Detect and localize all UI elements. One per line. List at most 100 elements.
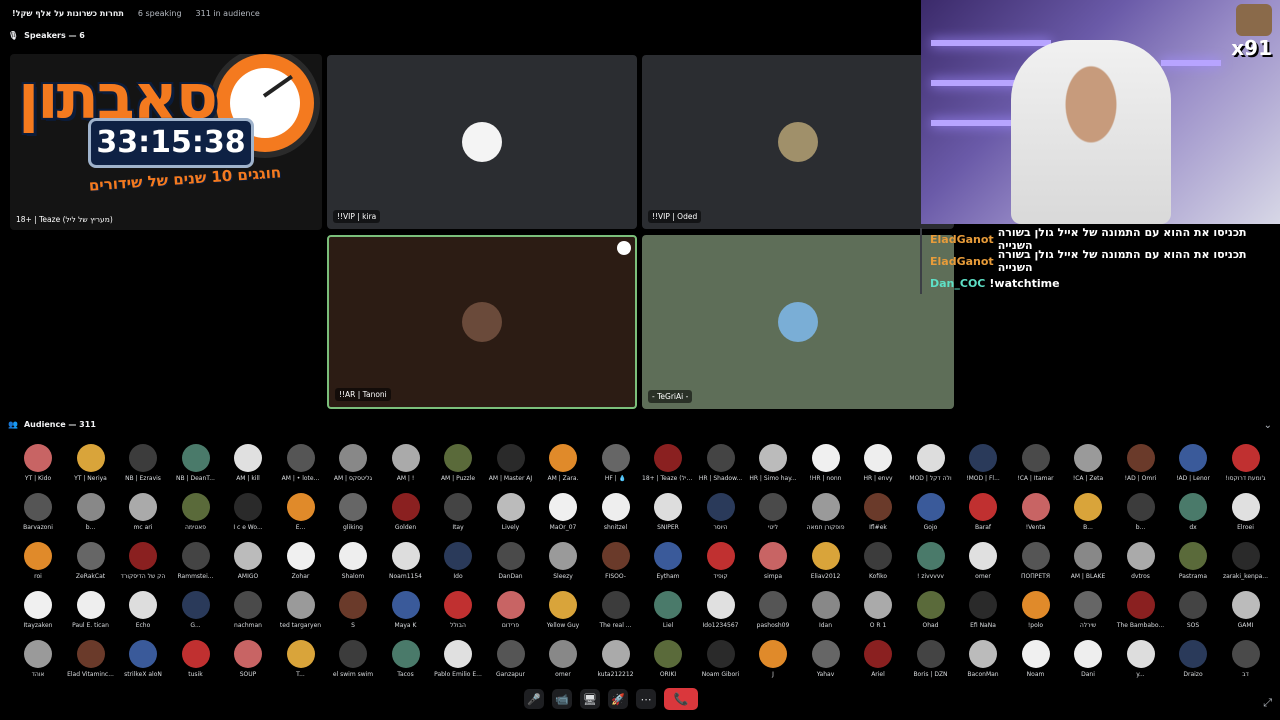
audience-member[interactable]: שירלה — [1062, 591, 1114, 629]
speaker-tile-oded[interactable]: !!VIP | Oded — [642, 55, 954, 229]
audience-member[interactable]: SNIPER — [642, 493, 694, 531]
audience-member[interactable]: kuta212212 — [590, 640, 642, 678]
audience-member[interactable]: HR | envy — [852, 444, 904, 482]
audience-member[interactable]: Noam Gibori — [695, 640, 747, 678]
audience-member[interactable]: O R 1 — [852, 591, 904, 629]
audience-member[interactable]: דב — [1220, 640, 1272, 678]
audience-member[interactable]: el swim swim — [327, 640, 379, 678]
audience-member[interactable]: tusik — [170, 640, 222, 678]
audience-member[interactable]: Idan — [800, 591, 852, 629]
audience-member[interactable]: BaconMan — [957, 640, 1009, 678]
audience-member[interactable]: YT | Neriya — [65, 444, 117, 482]
audience-member[interactable]: Liel — [642, 591, 694, 629]
audience-member[interactable]: E... — [275, 493, 327, 531]
audience-member[interactable]: פאטימה — [170, 493, 222, 531]
audience-member[interactable]: Eytham — [642, 542, 694, 580]
audience-member[interactable]: HF | 💧 — [590, 444, 642, 482]
audience-member[interactable]: Efi NaNa — [957, 591, 1009, 629]
audience-member[interactable]: Ohad — [905, 591, 957, 629]
audience-member[interactable]: Gojo — [905, 493, 957, 531]
speaker-tile-kira[interactable]: !!VIP | kira — [327, 55, 637, 229]
audience-member[interactable]: AM | BLAKE — [1062, 542, 1114, 580]
audience-member[interactable]: G... — [170, 591, 222, 629]
audience-member[interactable]: Boris | DZN — [905, 640, 957, 678]
audience-member[interactable]: ליטי — [747, 493, 799, 531]
audience-member[interactable]: 18+ | Teaze (ליל... — [642, 444, 694, 482]
audience-member[interactable]: Tacos — [380, 640, 432, 678]
audience-member[interactable]: GAMI — [1220, 591, 1272, 629]
audience-member[interactable]: AM | Master AJ — [485, 444, 537, 482]
speaker-tile-stream-logo[interactable]: סאבתון 33:15:38 חוגגים 10 שנים של שידורי… — [10, 54, 322, 230]
audience-member[interactable]: HR | Simo hay... — [747, 444, 799, 482]
audience-member[interactable]: b... — [1115, 493, 1167, 531]
audience-member[interactable]: אוהד — [12, 640, 64, 678]
audience-member[interactable]: פרידום — [485, 591, 537, 629]
audience-member[interactable]: zaraki_kenpa... — [1220, 542, 1272, 580]
audience-member[interactable]: Dani — [1062, 640, 1114, 678]
audience-member[interactable]: AM | גליטסקס — [327, 444, 379, 482]
audience-member[interactable]: ORIKI — [642, 640, 694, 678]
audience-member[interactable]: Echo — [117, 591, 169, 629]
audience-member[interactable]: shnitzel — [590, 493, 642, 531]
audience-member[interactable]: HR | Shadow... — [695, 444, 747, 482]
audience-member[interactable]: Baraf — [957, 493, 1009, 531]
audience-member[interactable]: omer — [957, 542, 1009, 580]
audience-member[interactable]: ! zivvvvv — [905, 542, 957, 580]
audience-member[interactable]: roi — [12, 542, 64, 580]
audience-member[interactable]: strilkeX aloN — [117, 640, 169, 678]
audience-member[interactable]: ted targaryen — [275, 591, 327, 629]
fullscreen-icon[interactable]: ⤢ — [1263, 696, 1272, 710]
audience-member[interactable]: AM | Puzzle — [432, 444, 484, 482]
audience-member[interactable]: y... — [1115, 640, 1167, 678]
audience-member[interactable]: Yellow Guy — [537, 591, 589, 629]
audience-member[interactable]: Elad Vitaminc... — [65, 640, 117, 678]
disconnect-button[interactable]: 📞 — [664, 688, 698, 710]
audience-member[interactable]: !ג'ומעת דרוקסו — [1220, 444, 1272, 482]
audience-member[interactable]: Ido1234567 — [695, 591, 747, 629]
audience-member[interactable]: !CA | Zeta — [1062, 444, 1114, 482]
audience-member[interactable]: dvtros — [1115, 542, 1167, 580]
audience-member[interactable]: Kofiko — [852, 542, 904, 580]
audience-member[interactable]: pashosh09 — [747, 591, 799, 629]
audience-member[interactable]: !AD | Omri — [1115, 444, 1167, 482]
audience-member[interactable]: S — [327, 591, 379, 629]
video-off-button[interactable]: 📹 — [552, 689, 572, 709]
speaker-tile-tegriai[interactable]: - TeGriAi - — [642, 235, 954, 409]
audience-member[interactable]: mc ari — [117, 493, 169, 531]
audience-member[interactable]: gliking — [327, 493, 379, 531]
audience-member[interactable]: MOD | ולה דקל — [905, 444, 957, 482]
audience-member[interactable]: Golden — [380, 493, 432, 531]
audience-member[interactable]: omer — [537, 640, 589, 678]
audience-member[interactable]: B... — [1062, 493, 1114, 531]
audience-member[interactable]: הבולל — [432, 591, 484, 629]
audience-member[interactable]: T... — [275, 640, 327, 678]
audience-member[interactable]: !HR | nonn — [800, 444, 852, 482]
audience-member[interactable]: Ariel — [852, 640, 904, 678]
audience-member[interactable]: AM | Zara. — [537, 444, 589, 482]
audience-member[interactable]: I c e Wo... — [222, 493, 274, 531]
audience-member[interactable]: Pastrama — [1167, 542, 1219, 580]
audience-member[interactable]: FISOO- — [590, 542, 642, 580]
audience-member[interactable]: YT | Kido — [12, 444, 64, 482]
audience-member[interactable]: AMIGO — [222, 542, 274, 580]
audience-member[interactable]: ZeRakCat — [65, 542, 117, 580]
activity-button[interactable]: 🚀 — [608, 689, 628, 709]
audience-member[interactable]: SOUP — [222, 640, 274, 678]
audience-member[interactable]: b... — [65, 493, 117, 531]
audience-member[interactable]: Eliav2012 — [800, 542, 852, 580]
audience-member[interactable]: The real ... — [590, 591, 642, 629]
chevron-down-icon[interactable]: ⌄ — [1264, 420, 1272, 431]
audience-member[interactable]: Yahav — [800, 640, 852, 678]
audience-member[interactable]: AM | ! — [380, 444, 432, 482]
audience-member[interactable]: MaOr_07 — [537, 493, 589, 531]
audience-member[interactable]: SOS — [1167, 591, 1219, 629]
audience-member[interactable]: Ifl#ek — [852, 493, 904, 531]
audience-member[interactable]: simpa — [747, 542, 799, 580]
audience-member[interactable]: !AD | Lenor — [1167, 444, 1219, 482]
audience-member[interactable]: Noam — [1010, 640, 1062, 678]
audience-member[interactable]: Pablo Emilio E... — [432, 640, 484, 678]
audience-member[interactable]: Maya K — [380, 591, 432, 629]
audience-member[interactable]: Elroei — [1220, 493, 1272, 531]
microphone-button[interactable]: 🎤 — [524, 689, 544, 709]
audience-member[interactable]: היוסר — [695, 493, 747, 531]
